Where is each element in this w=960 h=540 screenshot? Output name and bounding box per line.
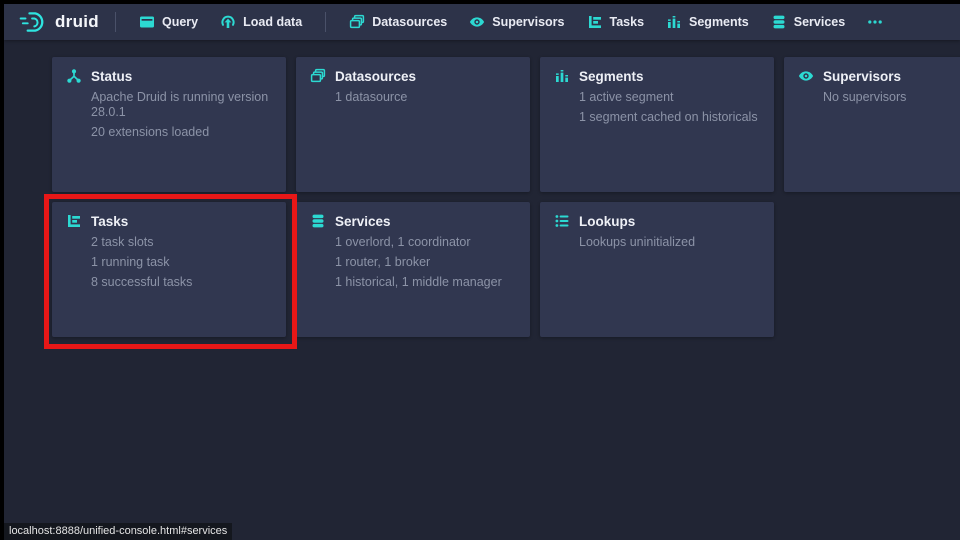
card-detail-line: Apache Druid is running version 28.0.1 [66,90,272,120]
nav-item-load-data[interactable]: Load data [209,4,313,40]
eye-icon [469,14,485,30]
nav-item-label: Segments [689,15,749,29]
card-title: Supervisors [823,69,901,84]
card-detail-line: 1 datasource [310,90,516,105]
tasks-card[interactable]: Tasks 2 task slots 1 running task 8 success… [52,202,286,337]
card-header: Lookups [554,213,760,229]
card-detail-line: 1 historical, 1 middle manager [310,275,516,290]
console-icon [139,14,155,30]
segments-card[interactable]: Segments 1 active segment 1 segment cached… [540,57,774,192]
database-icon [310,213,326,229]
screen-frame-left [0,0,4,540]
lookups-card[interactable]: Lookups Lookups uninitialized [540,202,774,337]
nav-item-tasks[interactable]: Tasks [576,4,656,40]
card-detail-line: 2 task slots [66,235,272,250]
bar-chart-icon [554,68,570,84]
upload-icon [220,14,236,30]
nav-item-services[interactable]: Services [760,4,856,40]
card-detail-line: 1 router, 1 broker [310,255,516,270]
card-title: Datasources [335,69,416,84]
nav-item-label: Tasks [610,15,645,29]
screen-frame-top [0,0,960,4]
card-header: Tasks [66,213,272,229]
card-detail-line: 8 successful tasks [66,275,272,290]
datasources-card[interactable]: Datasources 1 datasource [296,57,530,192]
card-title: Segments [579,69,644,84]
navbar-divider [325,12,326,32]
nav-item-datasources[interactable]: Datasources [338,4,458,40]
nav-item-label: Services [794,15,845,29]
nav-item-segments[interactable]: Segments [655,4,760,40]
status-card[interactable]: Status Apache Druid is running version 28… [52,57,286,192]
ellipsis-icon [867,14,883,30]
card-header: Segments [554,68,760,84]
nav-item-label: Query [162,15,198,29]
status-bar-url: localhost:8888/unified-console.html#serv… [4,523,232,540]
logo-text: druid [55,12,99,32]
card-detail-line: 1 segment cached on historicals [554,110,760,125]
nav-item-more[interactable] [856,4,894,40]
card-detail-line: Lookups uninitialized [554,235,760,250]
eye-icon [798,68,814,84]
card-detail-line: No supervisors [798,90,960,105]
navbar-items: Query Load data Datasources Supervisors Task… [128,4,894,40]
home-cards-grid: Status Apache Druid is running version 28… [52,57,960,337]
card-header: Services [310,213,516,229]
database-icon [771,14,787,30]
druid-logo-icon [18,10,48,34]
datasources-stack-icon [349,14,365,30]
card-detail-line: 1 overlord, 1 coordinator [310,235,516,250]
graph-icon [66,68,82,84]
nav-item-query[interactable]: Query [128,4,209,40]
card-title: Status [91,69,132,84]
top-navbar: druid Query Load data Datasources Superviso… [4,4,960,40]
gantt-chart-icon [66,213,82,229]
list-properties-icon [554,213,570,229]
card-detail-line: 1 active segment [554,90,760,105]
nav-item-label: Datasources [372,15,447,29]
nav-item-label: Supervisors [492,15,564,29]
card-header: Datasources [310,68,516,84]
nav-item-label: Load data [243,15,302,29]
gantt-chart-icon [587,14,603,30]
services-card[interactable]: Services 1 overlord, 1 coordinator 1 route… [296,202,530,337]
card-detail-line: 20 extensions loaded [66,125,272,140]
datasources-stack-icon [310,68,326,84]
supervisors-card[interactable]: Supervisors No supervisors [784,57,960,192]
nav-item-supervisors[interactable]: Supervisors [458,4,575,40]
druid-logo[interactable]: druid [14,10,103,34]
navbar-divider [115,12,116,32]
card-header: Supervisors [798,68,960,84]
card-title: Services [335,214,391,229]
card-title: Lookups [579,214,635,229]
bar-chart-icon [666,14,682,30]
card-detail-line: 1 running task [66,255,272,270]
card-title: Tasks [91,214,128,229]
card-header: Status [66,68,272,84]
